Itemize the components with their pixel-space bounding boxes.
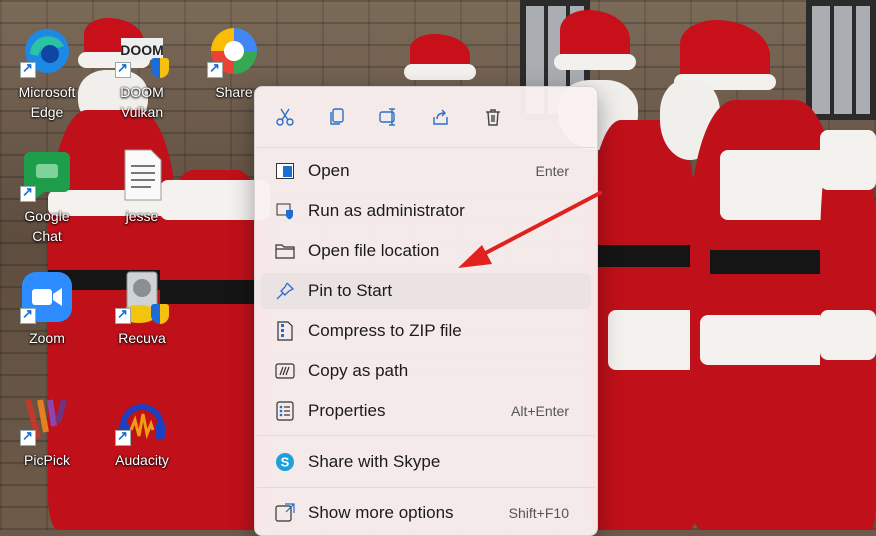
quick-action-bar (267, 101, 511, 133)
menu-item-label: Pin to Start (308, 281, 393, 300)
zip-icon (275, 321, 295, 341)
menu-divider (257, 147, 595, 148)
rename-icon (379, 108, 395, 126)
wallpaper-santa (820, 90, 876, 530)
share-icon (433, 109, 448, 125)
delete-button[interactable] (475, 101, 511, 133)
scissors-icon (276, 108, 294, 126)
wallpaper-santa (650, 10, 840, 530)
shortcut-arrow-icon (20, 184, 36, 202)
skype-icon: S (275, 452, 295, 472)
text-file-icon (115, 148, 169, 202)
desktop-icon-audacity[interactable]: Audacity (104, 392, 180, 470)
menu-item-open[interactable]: Open Enter (261, 153, 591, 189)
shortcut-arrow-icon (20, 306, 36, 324)
cut-button[interactable] (267, 101, 303, 133)
edge-icon (20, 24, 74, 78)
desktop-icon-label: PicPick (24, 452, 70, 468)
pin-icon (275, 281, 295, 301)
menu-item-label: Share with Skype (308, 452, 441, 471)
shortcut-arrow-icon (115, 60, 131, 78)
desktop-icon-label: DOOM Vulkan (120, 84, 164, 120)
menu-divider (257, 435, 595, 436)
menu-item-label: Show more options (308, 503, 454, 522)
desktop-icon-recuva[interactable]: Recuva (104, 270, 180, 348)
share-button[interactable] (423, 101, 459, 133)
recuva-icon (115, 270, 169, 324)
rename-button[interactable] (371, 101, 407, 133)
menu-item-shortcut: Alt+Enter (511, 403, 569, 419)
shortcut-arrow-icon (20, 428, 36, 446)
desktop-icon-label: Zoom (29, 330, 65, 346)
menu-item-compress-zip[interactable]: Compress to ZIP file (261, 313, 591, 349)
zoom-icon (20, 270, 74, 324)
desktop-icon-picpick[interactable]: PicPick (9, 392, 85, 470)
menu-item-label: Copy as path (308, 361, 409, 380)
menu-item-copy-as-path[interactable]: Copy as path (261, 353, 591, 389)
shield-badge-icon (151, 58, 169, 78)
desktop-icon-edge[interactable]: Microsoft Edge (9, 24, 85, 122)
more-options-icon (275, 503, 295, 523)
desktop-icon-label: Recuva (118, 330, 166, 346)
desktop-icon-label: Google Chat (24, 208, 70, 244)
copy-icon (330, 108, 344, 125)
svg-text:DOOM: DOOM (120, 42, 164, 58)
properties-icon (275, 401, 295, 421)
desktop-icon-zoom[interactable]: Zoom (9, 270, 85, 348)
shield-badge-icon (151, 304, 169, 324)
desktop-icon-doom[interactable]: DOOM DOOM Vulkan (104, 24, 180, 122)
desktop-icon-label: Microsoft Edge (18, 84, 76, 120)
menu-item-label: Open file location (308, 241, 440, 260)
menu-item-pin-to-start[interactable]: Pin to Start (261, 273, 591, 309)
picpick-icon (20, 392, 74, 446)
menu-item-label: Properties (308, 401, 386, 420)
copy-path-icon (275, 361, 295, 381)
shortcut-arrow-icon (20, 60, 36, 78)
menu-divider (257, 487, 595, 488)
desktop-icon-google-chat[interactable]: Google Chat (9, 148, 85, 246)
desktop-icon-label: Audacity (115, 452, 169, 468)
audacity-icon (115, 392, 169, 446)
menu-item-show-more-options[interactable]: Show more options Shift+F10 (261, 495, 591, 531)
doom-icon: DOOM (115, 24, 169, 78)
menu-item-shortcut: Enter (535, 163, 569, 179)
menu-item-label: Compress to ZIP file (308, 321, 462, 340)
share-app-icon (207, 24, 261, 78)
trash-icon (486, 109, 500, 126)
menu-item-open-file-location[interactable]: Open file location (261, 233, 591, 269)
google-chat-icon (20, 148, 74, 202)
admin-shield-icon (275, 201, 295, 221)
menu-item-label: Open (308, 161, 350, 180)
menu-item-shortcut: Shift+F10 (508, 505, 569, 521)
desktop-icon-jesse[interactable]: jesse (104, 148, 180, 226)
svg-text:S: S (281, 455, 290, 470)
copy-button[interactable] (319, 101, 355, 133)
menu-item-label: Run as administrator (308, 201, 465, 220)
shortcut-arrow-icon (115, 306, 131, 324)
shortcut-arrow-icon (115, 428, 131, 446)
desktop-icon-label: jesse (125, 208, 159, 224)
menu-item-properties[interactable]: Properties Alt+Enter (261, 393, 591, 429)
context-menu: Open Enter Run as administrator Open fil… (254, 86, 598, 536)
folder-icon (275, 241, 295, 261)
open-app-icon (275, 161, 295, 181)
menu-item-run-as-admin[interactable]: Run as administrator (261, 193, 591, 229)
shortcut-arrow-icon (207, 60, 223, 78)
menu-item-share-with-skype[interactable]: S Share with Skype (261, 444, 591, 480)
